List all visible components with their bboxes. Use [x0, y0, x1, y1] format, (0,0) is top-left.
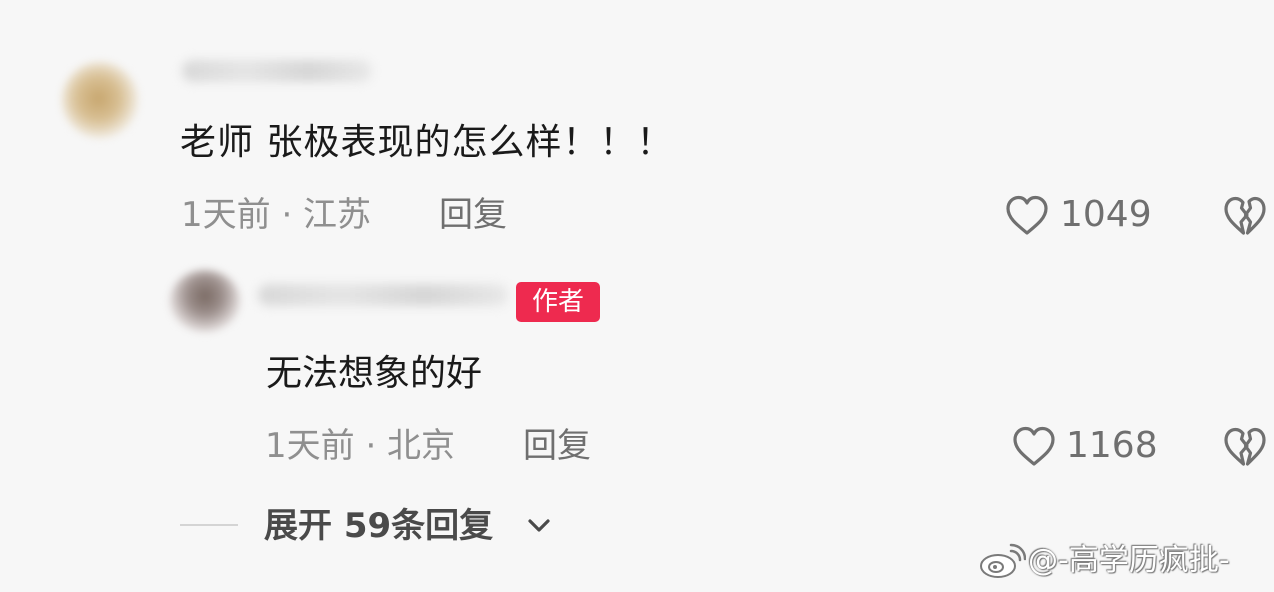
- expand-replies-button[interactable]: 展开 59条回复: [264, 506, 493, 546]
- watermark-text: @-高学历疯批-: [1028, 543, 1230, 578]
- comment-reply-button[interactable]: 回复: [439, 195, 507, 235]
- commenter-name-blurred[interactable]: [182, 60, 372, 82]
- heart-outline-icon[interactable]: [1003, 192, 1051, 238]
- comment-like-count: 1049: [1060, 194, 1152, 235]
- author-avatar[interactable]: [170, 270, 240, 332]
- author-name-blurred[interactable]: [258, 284, 508, 306]
- reply-reply-button[interactable]: 回复: [523, 426, 591, 466]
- comment-meta: 1天前 · 江苏: [181, 195, 372, 235]
- chevron-down-icon[interactable]: [527, 518, 551, 534]
- reply-meta: 1天前 · 北京: [265, 426, 456, 466]
- comment-thread: 老师 张极表现的怎么样！！！ 1天前 · 江苏 回复 1049 作者 无法想象的…: [0, 0, 1274, 592]
- broken-heart-icon[interactable]: [1222, 193, 1268, 239]
- broken-heart-icon[interactable]: [1222, 424, 1268, 470]
- heart-outline-icon[interactable]: [1010, 423, 1058, 469]
- weibo-logo-icon: [980, 543, 1026, 578]
- comment-text: 老师 张极表现的怎么样！！！: [180, 122, 674, 163]
- reply-like-count: 1168: [1066, 425, 1158, 466]
- expand-divider: [180, 524, 238, 526]
- reply-text: 无法想象的好: [266, 353, 483, 394]
- commenter-avatar[interactable]: [62, 62, 138, 138]
- author-badge: 作者: [516, 282, 600, 322]
